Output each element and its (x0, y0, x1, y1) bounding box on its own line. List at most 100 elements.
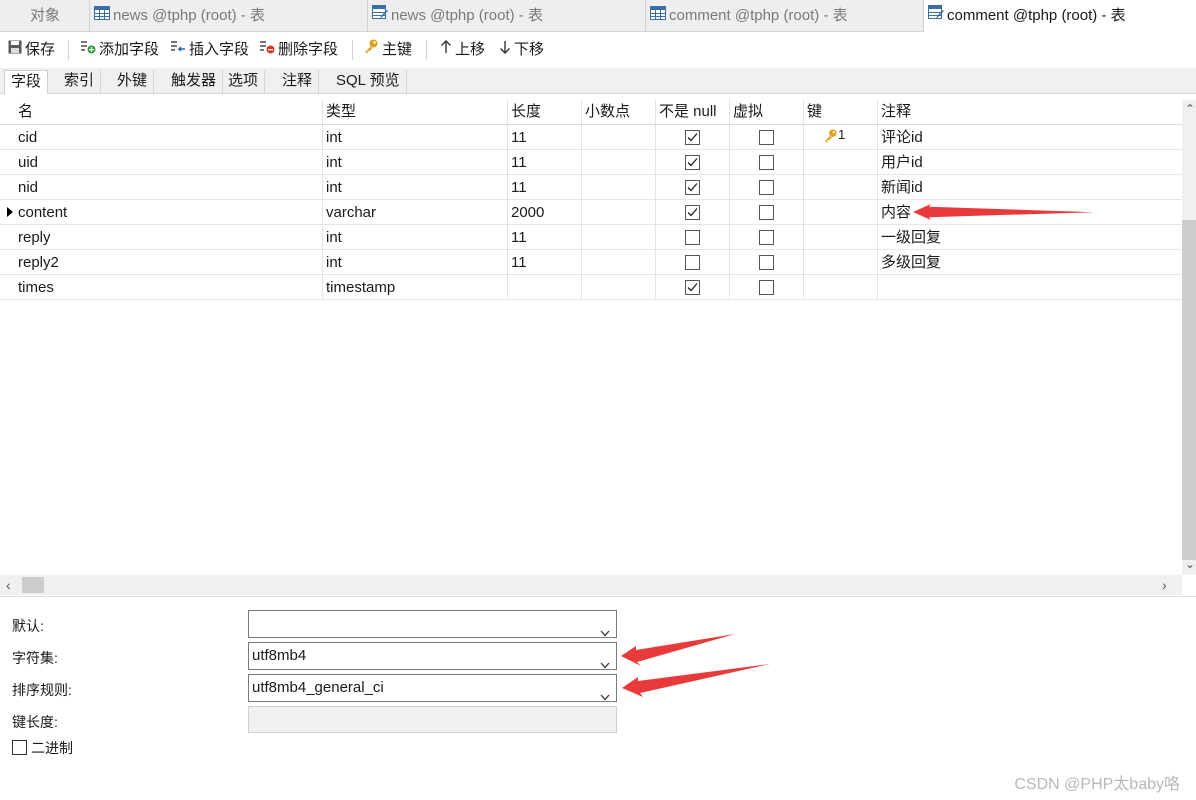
scrollbar-thumb[interactable] (22, 577, 44, 593)
not-null-checkbox[interactable] (685, 230, 700, 245)
cell-name[interactable]: nid (15, 175, 323, 200)
tab-objects[interactable]: 对象 (0, 0, 90, 32)
cell-decimals[interactable] (582, 225, 656, 250)
cell-type[interactable]: int (323, 225, 508, 250)
tab-comment-design[interactable]: comment @tphp (root) - 表 (924, 0, 1196, 33)
cell-comment[interactable]: 内容 (878, 200, 1182, 225)
add-field-button[interactable]: 添加字段 (80, 32, 159, 68)
tab-fields[interactable]: 字段 (4, 70, 49, 95)
cell-type[interactable]: int (323, 150, 508, 175)
cell-length[interactable]: 11 (508, 175, 582, 200)
cell-comment[interactable]: 多级回复 (878, 250, 1182, 275)
scroll-left-icon[interactable]: ‹ (6, 578, 11, 592)
cell-key[interactable]: 1 (804, 125, 878, 150)
column-header-key[interactable]: 键 (804, 99, 878, 125)
table-row[interactable]: uid int 11 用户id (0, 150, 1182, 175)
cell-key[interactable] (804, 200, 878, 225)
tab-triggers[interactable]: 触发器 (165, 70, 224, 94)
scroll-up-icon[interactable]: ⌃ (1185, 102, 1195, 116)
scroll-right-icon[interactable]: › (1162, 578, 1167, 592)
move-down-button[interactable]: 下移 (499, 32, 544, 68)
cell-type[interactable]: varchar (323, 200, 508, 225)
column-header-name[interactable]: 名 (15, 99, 323, 125)
save-button[interactable]: 保存 (8, 32, 55, 68)
not-null-checkbox[interactable] (685, 280, 700, 295)
cell-name[interactable]: reply (15, 225, 323, 250)
tab-options[interactable]: 选项 (222, 70, 266, 94)
tab-foreign-keys[interactable]: 外键 (111, 70, 155, 94)
virtual-checkbox[interactable] (759, 280, 774, 295)
table-row[interactable]: reply2 int 11 多级回复 (0, 250, 1182, 275)
virtual-checkbox[interactable] (759, 230, 774, 245)
cell-comment[interactable]: 新闻id (878, 175, 1182, 200)
virtual-checkbox[interactable] (759, 130, 774, 145)
tab-comments[interactable]: 注释 (276, 70, 320, 94)
scrollbar-thumb[interactable] (1182, 220, 1196, 560)
default-select[interactable] (248, 610, 617, 638)
cell-decimals[interactable] (582, 200, 656, 225)
binary-checkbox[interactable] (12, 740, 27, 755)
virtual-checkbox[interactable] (759, 205, 774, 220)
cell-decimals[interactable] (582, 175, 656, 200)
not-null-checkbox[interactable] (685, 130, 700, 145)
charset-select[interactable]: utf8mb4 (248, 642, 617, 670)
tab-indexes[interactable]: 索引 (58, 70, 102, 94)
column-header-length[interactable]: 长度 (508, 99, 582, 125)
virtual-checkbox[interactable] (759, 255, 774, 270)
not-null-checkbox[interactable] (685, 205, 700, 220)
table-row[interactable]: nid int 11 新闻id (0, 175, 1182, 200)
column-header-virtual[interactable]: 虚拟 (730, 99, 804, 125)
cell-key[interactable] (804, 150, 878, 175)
cell-length[interactable]: 11 (508, 150, 582, 175)
virtual-checkbox[interactable] (759, 155, 774, 170)
cell-comment[interactable]: 用户id (878, 150, 1182, 175)
cell-type[interactable]: int (323, 125, 508, 150)
cell-length[interactable]: 11 (508, 225, 582, 250)
column-header-decimals[interactable]: 小数点 (582, 99, 656, 125)
table-row[interactable]: reply int 11 一级回复 (0, 225, 1182, 250)
cell-decimals[interactable] (582, 275, 656, 300)
tab-sql-preview[interactable]: SQL 预览 (330, 70, 407, 94)
cell-comment[interactable]: 评论id (878, 125, 1182, 150)
tab-comment-table[interactable]: comment @tphp (root) - 表 (646, 0, 924, 32)
vertical-scrollbar[interactable]: ⌃ ⌄ (1182, 100, 1196, 575)
cell-name[interactable]: cid (15, 125, 323, 150)
cell-length[interactable]: 2000 (508, 200, 582, 225)
cell-name[interactable]: content (15, 200, 323, 225)
not-null-checkbox[interactable] (685, 155, 700, 170)
cell-comment[interactable] (878, 275, 1182, 300)
insert-field-button[interactable]: 插入字段 (170, 32, 249, 68)
column-header-comment[interactable]: 注释 (878, 99, 1182, 125)
cell-length[interactable] (508, 275, 582, 300)
cell-name[interactable]: times (15, 275, 323, 300)
cell-decimals[interactable] (582, 250, 656, 275)
delete-field-button[interactable]: 删除字段 (259, 32, 338, 68)
cell-decimals[interactable] (582, 150, 656, 175)
cell-key[interactable] (804, 175, 878, 200)
cell-name[interactable]: reply2 (15, 250, 323, 275)
table-row[interactable]: content varchar 2000 内容 (0, 200, 1182, 225)
horizontal-scrollbar[interactable]: ‹ › (0, 575, 1182, 595)
not-null-checkbox[interactable] (685, 255, 700, 270)
cell-length[interactable]: 11 (508, 125, 582, 150)
cell-length[interactable]: 11 (508, 250, 582, 275)
key-length-input[interactable] (248, 706, 617, 733)
cell-type[interactable]: int (323, 175, 508, 200)
tab-news-table[interactable]: news @tphp (root) - 表 (90, 0, 368, 32)
cell-name[interactable]: uid (15, 150, 323, 175)
table-row[interactable]: times timestamp (0, 275, 1182, 300)
cell-key[interactable] (804, 225, 878, 250)
cell-comment[interactable]: 一级回复 (878, 225, 1182, 250)
tab-news-design[interactable]: news @tphp (root) - 表 (368, 0, 646, 32)
move-up-button[interactable]: 上移 (440, 32, 485, 68)
column-header-not-null[interactable]: 不是 null (656, 99, 730, 125)
table-row[interactable]: cid int 11 1 评论id (0, 125, 1182, 150)
cell-key[interactable] (804, 275, 878, 300)
virtual-checkbox[interactable] (759, 180, 774, 195)
cell-key[interactable] (804, 250, 878, 275)
cell-type[interactable]: timestamp (323, 275, 508, 300)
column-header-type[interactable]: 类型 (323, 99, 508, 125)
cell-decimals[interactable] (582, 125, 656, 150)
collation-select[interactable]: utf8mb4_general_ci (248, 674, 617, 702)
not-null-checkbox[interactable] (685, 180, 700, 195)
